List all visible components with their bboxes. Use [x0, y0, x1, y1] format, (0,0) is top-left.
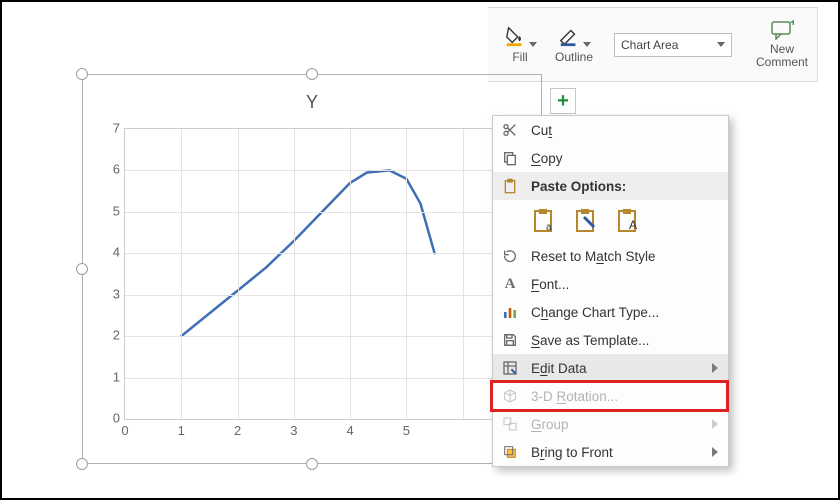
resize-handle-sw[interactable]	[76, 458, 88, 470]
gridline-h	[125, 295, 519, 296]
menu-label-3d-rotation: 3-D Rotation...	[531, 389, 618, 404]
y-tick-label: 4	[96, 245, 120, 260]
gridline-h	[125, 253, 519, 254]
y-tick-label: 0	[96, 411, 120, 426]
menu-item-edit-data[interactable]: Edit Data	[493, 354, 728, 382]
x-tick-label: 2	[234, 423, 241, 438]
gridline-h	[125, 378, 519, 379]
resize-handle-w[interactable]	[76, 263, 88, 275]
svg-text:+: +	[790, 20, 794, 29]
menu-label-bring-to-front: Bring to Front	[531, 445, 613, 460]
menu-label-edit-data: Edit Data	[531, 361, 587, 376]
menu-item-cut[interactable]: Cut	[493, 116, 728, 144]
fill-icon	[504, 25, 526, 47]
gridline-v	[294, 129, 295, 419]
scissors-icon	[502, 122, 518, 138]
gridline-v	[463, 129, 464, 419]
bring-front-icon	[502, 444, 518, 460]
gridline-h	[125, 170, 519, 171]
menu-item-save-template[interactable]: Save as Template...	[493, 326, 728, 354]
menu-item-3d-rotation: 3-D Rotation...	[493, 382, 728, 410]
menu-label-save-template: Save as Template...	[531, 333, 649, 348]
y-tick-label: 1	[96, 369, 120, 384]
chart-element-selector[interactable]: Chart Area	[614, 33, 732, 57]
chevron-down-icon	[717, 42, 725, 47]
chart-type-icon	[502, 304, 518, 320]
outline-button[interactable]: Outline	[550, 23, 598, 66]
menu-item-copy[interactable]: Copy	[493, 144, 728, 172]
y-tick-label: 3	[96, 286, 120, 301]
menu-label-font: Font...	[531, 277, 569, 292]
new-comment-button[interactable]: + New Comment	[748, 18, 816, 71]
x-tick-label: 0	[121, 423, 128, 438]
clipboard-icon	[502, 178, 518, 194]
y-tick-label: 2	[96, 328, 120, 343]
menu-label-change-chart-type: Change Chart Type...	[531, 305, 659, 320]
outline-icon	[558, 25, 580, 47]
x-tick-label: 4	[347, 423, 354, 438]
chart-title[interactable]: Y	[94, 92, 530, 113]
plus-icon: +	[557, 90, 569, 113]
paste-option-text-only[interactable]: A	[615, 206, 643, 234]
menu-header-paste-options: Paste Options:	[493, 172, 728, 200]
resize-handle-n[interactable]	[306, 68, 318, 80]
menu-label-group: Group	[531, 417, 569, 432]
resize-handle-s[interactable]	[306, 458, 318, 470]
gridline-h	[125, 336, 519, 337]
gridline-v	[238, 129, 239, 419]
paste-options-row: a A	[493, 200, 728, 242]
fill-label: Fill	[512, 50, 527, 64]
menu-label-copy: Copy	[531, 151, 563, 166]
x-tick-label: 5	[403, 423, 410, 438]
copy-icon	[502, 150, 518, 166]
gridline-v	[350, 129, 351, 419]
chart-element-value: Chart Area	[621, 38, 678, 52]
svg-text:a: a	[546, 222, 552, 233]
ribbon-format-chunk: Fill Outline Chart Area +	[488, 7, 818, 82]
edit-data-icon	[502, 360, 518, 376]
reset-icon	[502, 248, 518, 264]
menu-item-change-chart-type[interactable]: Change Chart Type...	[493, 298, 728, 326]
outline-label: Outline	[555, 50, 593, 64]
new-comment-label-1: New	[770, 42, 794, 56]
submenu-arrow-icon	[712, 363, 718, 373]
menu-item-reset-style[interactable]: Reset to Match Style	[493, 242, 728, 270]
chart-object[interactable]: Y 012345 01234567	[82, 74, 542, 464]
svg-text:A: A	[629, 218, 637, 232]
chart-elements-plus-button[interactable]: +	[550, 88, 576, 114]
submenu-arrow-icon	[712, 419, 718, 429]
chart-line-series	[125, 129, 519, 419]
y-tick-label: 6	[96, 162, 120, 177]
menu-item-group: Group	[493, 410, 728, 438]
paste-option-keep-source[interactable]: a	[531, 206, 559, 234]
y-tick-label: 7	[96, 121, 120, 136]
menu-label-paste-options: Paste Options:	[531, 179, 626, 194]
paste-option-destination-theme[interactable]	[573, 206, 601, 234]
cube-icon	[502, 388, 518, 404]
plot-area[interactable]: 012345	[124, 128, 520, 420]
x-tick-label: 3	[290, 423, 297, 438]
submenu-arrow-icon	[712, 447, 718, 457]
menu-label-cut: Cut	[531, 123, 552, 138]
y-tick-label: 5	[96, 203, 120, 218]
menu-label-reset-style: Reset to Match Style	[531, 249, 656, 264]
save-icon	[502, 332, 518, 348]
comment-icon: +	[770, 20, 794, 40]
context-menu: Cut Copy Paste Options: a A Reset to Mat…	[492, 115, 729, 467]
new-comment-label-2: Comment	[756, 55, 808, 69]
resize-handle-nw[interactable]	[76, 68, 88, 80]
font-icon: A	[505, 276, 516, 293]
menu-item-bring-to-front[interactable]: Bring to Front	[493, 438, 728, 466]
x-tick-label: 1	[178, 423, 185, 438]
menu-item-font[interactable]: A Font...	[493, 270, 728, 298]
gridline-v	[406, 129, 407, 419]
gridline-h	[125, 212, 519, 213]
gridline-v	[181, 129, 182, 419]
fill-button[interactable]: Fill	[496, 23, 544, 66]
group-icon	[502, 416, 518, 432]
